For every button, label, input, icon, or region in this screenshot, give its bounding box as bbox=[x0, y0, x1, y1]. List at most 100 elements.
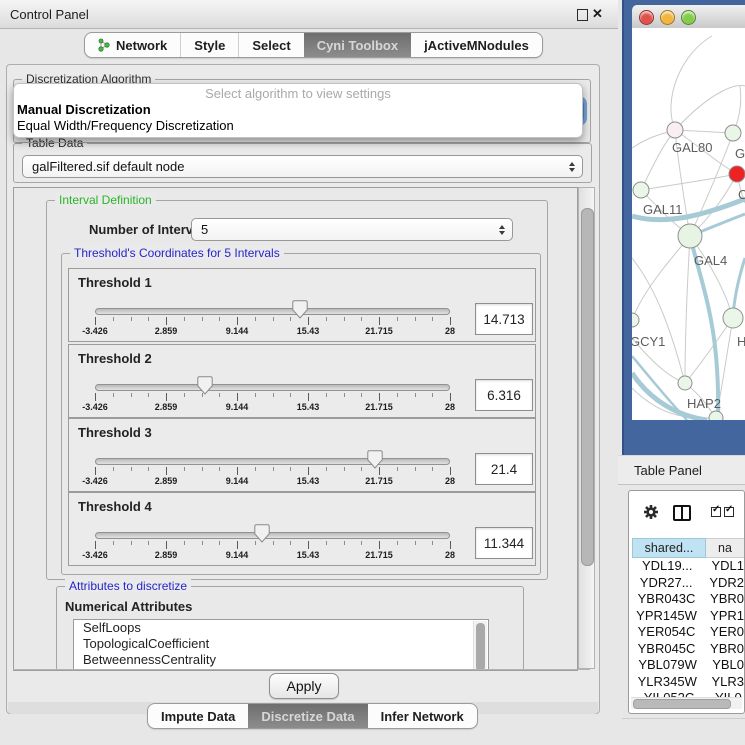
network-window-titlebar[interactable] bbox=[632, 5, 745, 29]
table-row[interactable]: YDL19...YDL1 bbox=[632, 558, 744, 575]
tick-mark bbox=[166, 393, 167, 401]
mac-close-button[interactable] bbox=[639, 10, 654, 25]
tick-label: 28 bbox=[427, 550, 473, 560]
tab-label: Impute Data bbox=[161, 709, 235, 724]
network-canvas[interactable]: GAL80GACGAL11GAL4HGCY1HAP2 bbox=[632, 28, 745, 420]
tick-mark bbox=[397, 467, 398, 471]
slider-thumb[interactable] bbox=[197, 376, 213, 395]
mac-minimize-button[interactable] bbox=[660, 10, 675, 25]
scrollbar-thumb[interactable] bbox=[476, 623, 485, 671]
cell-shared-name: YPR145W bbox=[632, 608, 701, 625]
slider-thumb[interactable] bbox=[367, 450, 383, 469]
tick-mark bbox=[148, 541, 149, 545]
column-header[interactable]: shared... bbox=[632, 538, 706, 558]
slider-track[interactable] bbox=[95, 308, 450, 315]
network-node[interactable] bbox=[633, 182, 649, 198]
attribute-item[interactable]: SelfLoops bbox=[74, 620, 488, 636]
table-data-combobox[interactable]: galFiltered.sif default node bbox=[22, 155, 583, 178]
table-panel-bottom-edge bbox=[622, 718, 745, 719]
threshold-slider[interactable]: -3.4262.8599.14415.4321.71528 bbox=[95, 299, 450, 339]
cell-name: YBR0 bbox=[701, 641, 744, 658]
checkbox-icon[interactable]: ✓ bbox=[724, 507, 734, 517]
tab-jactivemnodules[interactable]: jActiveMNodules bbox=[411, 33, 542, 57]
network-node[interactable] bbox=[678, 376, 692, 390]
node-label: GA bbox=[735, 146, 745, 161]
split-view-icon[interactable] bbox=[673, 505, 691, 521]
threshold-value-field[interactable]: 21.4 bbox=[475, 453, 533, 485]
threshold-slider[interactable]: -3.4262.8599.14415.4321.71528 bbox=[95, 523, 450, 563]
tick-mark bbox=[131, 541, 132, 545]
float-window-icon[interactable] bbox=[577, 9, 588, 21]
scrollbar-thumb[interactable] bbox=[633, 699, 731, 709]
tab-style[interactable]: Style bbox=[180, 33, 238, 57]
number-of-intervals-combobox[interactable]: 5 bbox=[191, 218, 513, 241]
tab-select[interactable]: Select bbox=[238, 33, 303, 57]
tick-mark bbox=[326, 317, 327, 321]
algorithm-option[interactable]: Equal Width/Frequency Discretization bbox=[17, 118, 234, 134]
tab-discretize-data[interactable]: Discretize Data bbox=[248, 704, 367, 728]
tick-mark bbox=[219, 467, 220, 471]
network-node[interactable] bbox=[725, 125, 741, 141]
top-tab-bar: Network Style SelectCyni ToolboxjActiveMNo… bbox=[84, 32, 543, 58]
slider-track[interactable] bbox=[95, 532, 450, 539]
table-row[interactable]: YPR145WYPR1 bbox=[632, 608, 744, 625]
table-row[interactable]: YIL052CYIL0 bbox=[632, 690, 744, 697]
scrollbar-thumb[interactable] bbox=[581, 208, 594, 566]
tick-label: 2.859 bbox=[143, 326, 189, 336]
threshold-slider[interactable]: -3.4262.8599.14415.4321.71528 bbox=[95, 449, 450, 489]
combobox-value: 5 bbox=[201, 222, 208, 237]
tab-cyni-toolbox[interactable]: Cyni Toolbox bbox=[304, 33, 411, 57]
tab-label: Style bbox=[194, 38, 225, 53]
list-scrollbar[interactable] bbox=[473, 621, 487, 671]
table-row[interactable]: YBL079WYBL0 bbox=[632, 657, 744, 674]
tick-mark bbox=[113, 393, 114, 397]
column-header[interactable]: na bbox=[706, 538, 745, 558]
attribute-item[interactable]: BetweennessCentrality bbox=[74, 652, 488, 668]
tick-mark bbox=[397, 317, 398, 321]
cell-shared-name: YBR045C bbox=[632, 641, 701, 658]
mac-zoom-button[interactable] bbox=[681, 10, 696, 25]
network-node[interactable] bbox=[709, 411, 723, 420]
network-node[interactable] bbox=[729, 166, 745, 182]
gear-icon[interactable] bbox=[643, 504, 659, 525]
slider-thumb[interactable] bbox=[292, 300, 308, 319]
table-row[interactable]: YLR345WYLR3 bbox=[632, 674, 744, 691]
table-row[interactable]: YBR043CYBR0 bbox=[632, 591, 744, 608]
network-window: GAL80GACGAL11GAL4HGCY1HAP2 bbox=[622, 0, 745, 455]
table-row[interactable]: YBR045CYBR0 bbox=[632, 641, 744, 658]
tick-mark bbox=[450, 393, 451, 401]
algorithm-option[interactable]: Manual Discretization bbox=[17, 102, 151, 118]
tab-infer-network[interactable]: Infer Network bbox=[368, 704, 477, 728]
slider-thumb[interactable] bbox=[254, 524, 270, 543]
close-icon[interactable]: ✕ bbox=[592, 6, 603, 22]
table-panel-title: Table Panel bbox=[634, 463, 702, 478]
tick-mark bbox=[113, 317, 114, 321]
control-panel-titlebar: Control Panel ✕ bbox=[0, 0, 618, 29]
thresholds-group: Threshold's Coordinates for 5 Intervals … bbox=[61, 253, 541, 575]
horizontal-scrollbar[interactable] bbox=[631, 697, 742, 709]
attribute-item[interactable]: TopologicalCoefficient bbox=[74, 636, 488, 652]
table-row[interactable]: YDR27...YDR2 bbox=[632, 575, 744, 592]
tab-network[interactable]: Network bbox=[85, 33, 180, 57]
tab-impute-data[interactable]: Impute Data bbox=[148, 704, 248, 728]
separator bbox=[13, 669, 590, 670]
network-node[interactable] bbox=[632, 313, 639, 327]
tick-mark bbox=[219, 317, 220, 321]
slider-track[interactable] bbox=[95, 384, 450, 391]
checkbox-icon[interactable]: ✓ bbox=[711, 507, 721, 517]
apply-button[interactable]: Apply bbox=[269, 673, 339, 699]
slider-track[interactable] bbox=[95, 458, 450, 465]
threshold-value-field[interactable]: 11.344 bbox=[475, 527, 533, 559]
threshold-value-field[interactable]: 6.316 bbox=[475, 379, 533, 411]
node-label: GCY1 bbox=[632, 334, 665, 349]
threshold-value-field[interactable]: 14.713 bbox=[475, 303, 533, 335]
combobox-value: galFiltered.sif default node bbox=[32, 159, 184, 174]
tick-mark bbox=[397, 541, 398, 545]
network-node[interactable] bbox=[678, 224, 702, 248]
table-row[interactable]: YER054CYER0 bbox=[632, 624, 744, 641]
network-node[interactable] bbox=[667, 122, 683, 138]
threshold-panel: Threshold 2-3.4262.8599.14415.4321.71528… bbox=[68, 344, 536, 418]
vertical-scrollbar[interactable] bbox=[578, 187, 595, 669]
threshold-slider[interactable]: -3.4262.8599.14415.4321.71528 bbox=[95, 375, 450, 415]
network-node[interactable] bbox=[723, 308, 743, 328]
